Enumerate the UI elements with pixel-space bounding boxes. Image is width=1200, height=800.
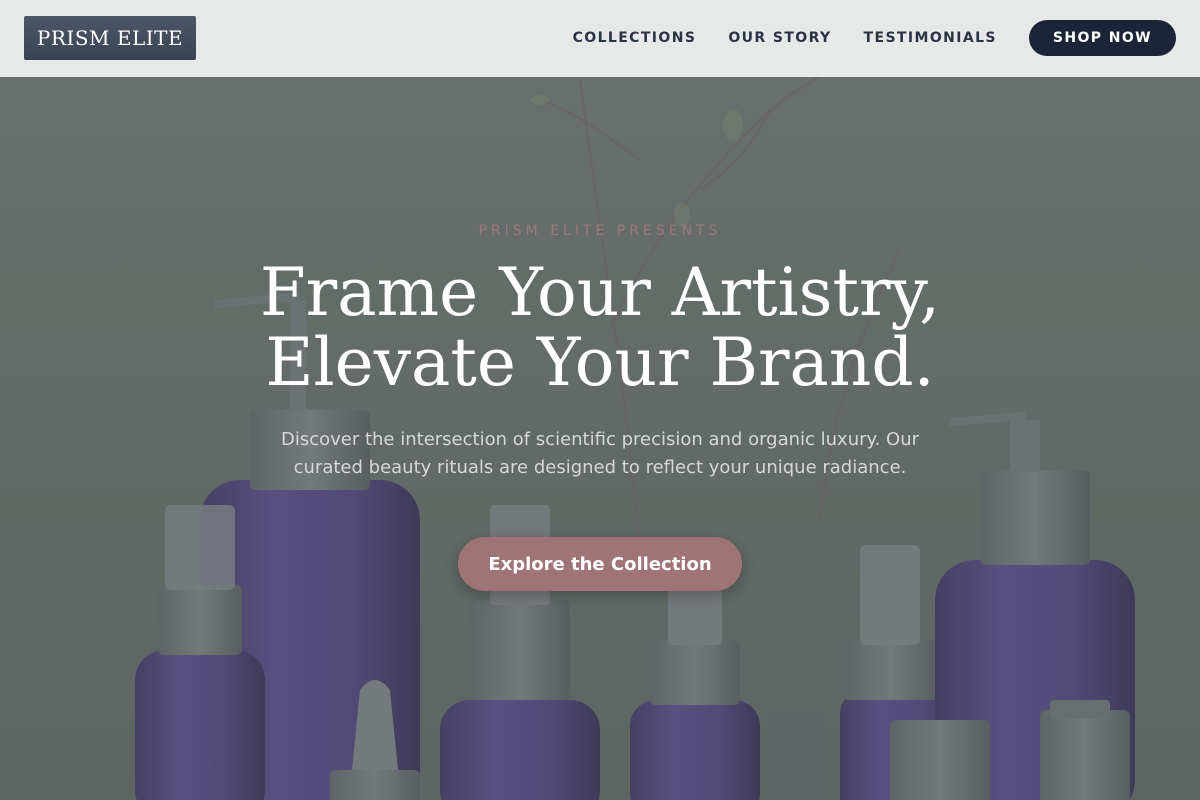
hero-subtext: Discover the intersection of scientific … [280,429,920,478]
explore-collection-button[interactable]: Explore the Collection [458,537,742,591]
nav-links: COLLECTIONS OUR STORY TESTIMONIALS SHOP … [573,20,1176,56]
top-navigation-bar: PRISM ELITE COLLECTIONS OUR STORY TESTIM… [0,0,1200,77]
hero-eyebrow: PRISM ELITE PRESENTS [478,223,722,239]
nav-link-testimonials[interactable]: TESTIMONIALS [864,30,997,46]
hero-headline-line-1: Frame Your Artistry, [259,254,941,331]
nav-link-our-story[interactable]: OUR STORY [728,30,831,46]
hero-headline: Frame Your Artistry, Elevate Your Brand. [150,258,1050,398]
brand-logo[interactable]: PRISM ELITE [24,16,196,60]
shop-now-button[interactable]: SHOP NOW [1028,20,1176,56]
nav-link-collections[interactable]: COLLECTIONS [573,30,697,46]
hero-headline-line-2: Elevate Your Brand. [265,324,935,401]
